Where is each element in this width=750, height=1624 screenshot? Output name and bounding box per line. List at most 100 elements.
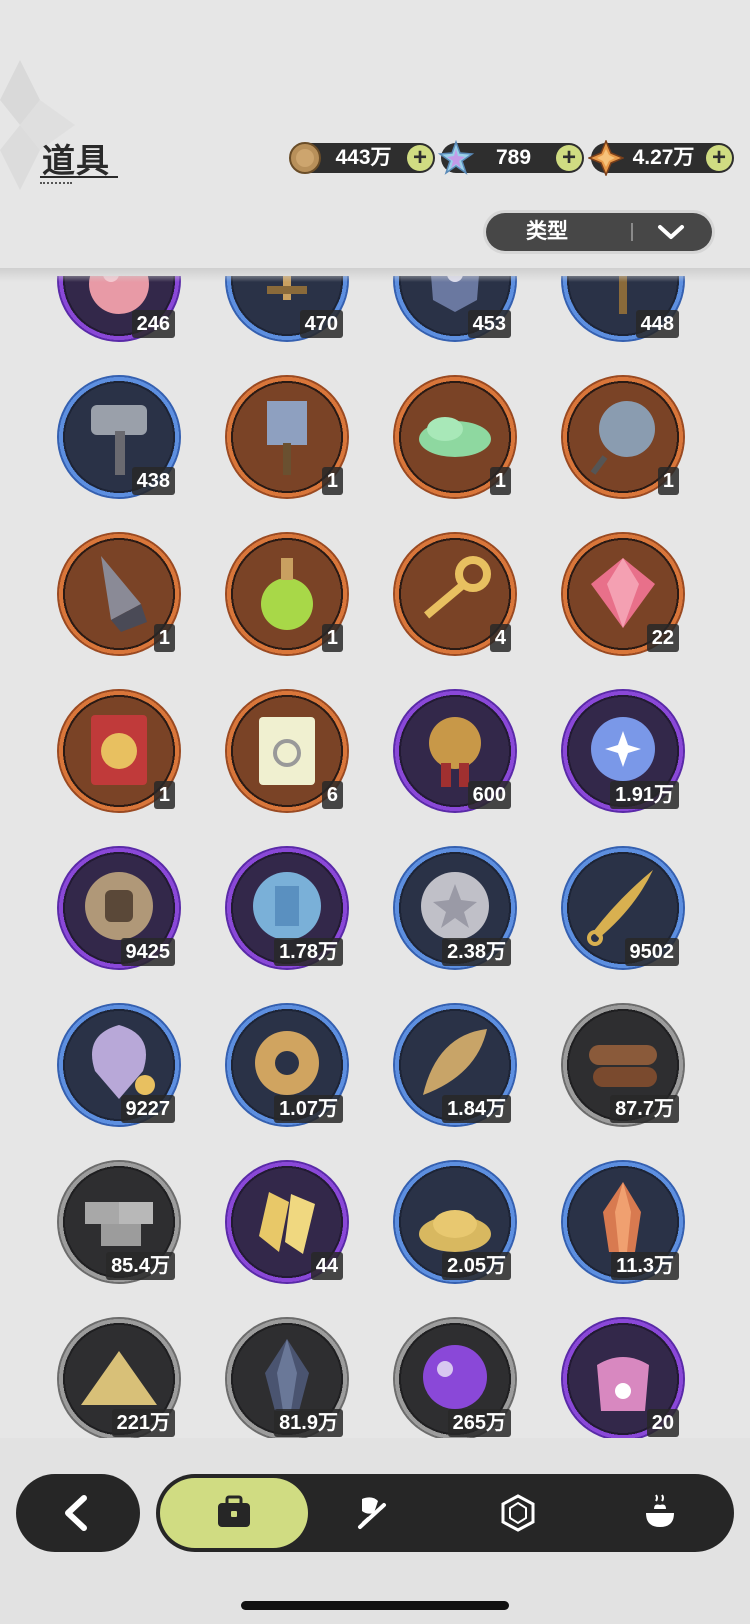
item-count: 265万 (447, 1409, 511, 1437)
add-star-gem-button[interactable]: + (706, 145, 732, 171)
item-count: 9502 (624, 938, 679, 966)
dark-crystal-item[interactable]: 81.9万 (225, 1317, 349, 1438)
tab-equipment[interactable] (298, 1478, 446, 1548)
currency-gold: 443万 + (289, 142, 435, 174)
silver-star-coin-item[interactable]: 2.38万 (393, 846, 517, 970)
golden-blade-item[interactable]: 9502 (561, 846, 685, 970)
item-count: 9227 (120, 1095, 175, 1123)
item-count: 85.4万 (106, 1252, 175, 1280)
type-filter-divider (631, 223, 633, 241)
item-count: 9425 (120, 938, 175, 966)
green-potion-item[interactable]: 1 (225, 532, 349, 656)
item-count: 1 (321, 467, 343, 495)
item-count: 87.7万 (610, 1095, 679, 1123)
stone-bricks-item[interactable]: 85.4万 (57, 1160, 181, 1284)
rainbow-ticket-icon (259, 717, 315, 785)
star-moon-orb-item[interactable]: 1.91万 (561, 689, 685, 813)
war-hammer-item[interactable]: 438 (57, 375, 181, 499)
spiked-flail-item[interactable]: 1 (561, 375, 685, 499)
drill-icon (101, 556, 147, 632)
header-shadow (0, 268, 750, 282)
item-count: 448 (635, 310, 679, 338)
title-dots (40, 182, 72, 184)
add-crystal-button[interactable]: + (556, 145, 582, 171)
blue-shield-coin-item[interactable]: 1.78万 (225, 846, 349, 970)
item-count: 600 (467, 781, 511, 809)
item-count: 20 (646, 1409, 679, 1437)
armor-piece-item[interactable]: 453 (393, 276, 517, 342)
wheel-ticket-item[interactable]: 1 (57, 689, 181, 813)
golden-leaf-item[interactable]: 1.84万 (393, 1003, 517, 1127)
drill-item[interactable]: 1 (57, 532, 181, 656)
golden-key-icon (424, 556, 491, 619)
type-filter-dropdown[interactable]: 类型 (486, 213, 712, 251)
item-count: 1 (321, 624, 343, 652)
currency-star-gem: 4.27万 + (588, 140, 734, 176)
item-count: 1 (489, 467, 511, 495)
pink-orb-item[interactable]: 246 (57, 276, 181, 342)
briefcase-icon (218, 1495, 250, 1527)
currency-gold-value: 443万 (335, 146, 392, 169)
tab-gems[interactable] (444, 1478, 592, 1548)
chevron-left-icon (65, 1495, 87, 1531)
item-count: 4 (489, 624, 511, 652)
pink-gem-item[interactable]: 22 (561, 532, 685, 656)
item-count: 1.84万 (442, 1095, 511, 1123)
category-tabbar (156, 1474, 734, 1552)
item-count: 1 (153, 624, 175, 652)
gold-medal-item[interactable]: 600 (393, 689, 517, 813)
item-count: 470 (299, 310, 343, 338)
item-count: 44 (310, 1252, 343, 1280)
item-count: 6 (321, 781, 343, 809)
title-underline (40, 176, 118, 178)
home-indicator (241, 1601, 509, 1610)
item-count: 246 (131, 310, 175, 338)
item-count: 2.38万 (442, 938, 511, 966)
item-grid[interactable]: 246 470 453 448 438 1 1 1 1 1 4 22 1 6 600 1.91万 9425 1.7… (0, 276, 750, 1438)
add-gold-button[interactable]: + (407, 145, 433, 171)
gold-coin-icon (289, 142, 321, 174)
wood-logs-item[interactable]: 87.7万 (561, 1003, 685, 1127)
page-title: 道具 (42, 142, 110, 179)
rainbow-ticket-item[interactable]: 6 (225, 689, 349, 813)
spiked-mallet-item[interactable]: 1 (225, 375, 349, 499)
item-count: 1.91万 (610, 781, 679, 809)
wheel-ticket-icon (91, 715, 147, 785)
green-cloud-icon (419, 417, 491, 457)
sword-hilt-item[interactable]: 470 (225, 276, 349, 342)
currency-crystal: 789 + (438, 140, 584, 175)
currency-star-gem-value: 4.27万 (632, 146, 695, 169)
red-crystal-item[interactable]: 11.3万 (561, 1160, 685, 1284)
spiked-flail-icon (590, 401, 655, 475)
tab-items[interactable] (160, 1478, 308, 1548)
chevron-down-icon (658, 225, 684, 239)
orange-star-gem-icon (588, 140, 624, 176)
sand-pile-item[interactable]: 221万 (57, 1317, 181, 1438)
item-count: 22 (646, 624, 679, 652)
golden-key-item[interactable]: 4 (393, 532, 517, 656)
item-count: 453 (467, 310, 511, 338)
gold-shards-item[interactable]: 44 (225, 1160, 349, 1284)
spiked-mallet-icon (267, 401, 307, 475)
gold-dust-pile-item[interactable]: 2.05万 (393, 1160, 517, 1284)
fist-coin-item[interactable]: 9425 (57, 846, 181, 970)
green-cloud-item[interactable]: 1 (393, 375, 517, 499)
item-count: 81.9万 (274, 1409, 343, 1437)
currency-crystal-value: 789 (495, 146, 532, 169)
item-count: 11.3万 (611, 1252, 679, 1280)
tab-food[interactable] (586, 1478, 734, 1548)
item-count: 1.78万 (274, 938, 343, 966)
green-potion-icon (261, 558, 313, 630)
item-count: 1.07万 (274, 1095, 343, 1123)
hat-sword-icon (358, 1497, 386, 1529)
gear-item[interactable]: 1.07万 (225, 1003, 349, 1127)
scale-pendant-item[interactable]: 9227 (57, 1003, 181, 1127)
item-count: 221万 (111, 1409, 175, 1437)
back-button[interactable] (16, 1474, 140, 1552)
purple-sphere-item[interactable]: 265万 (393, 1317, 517, 1438)
pickaxe-item[interactable]: 448 (561, 276, 685, 342)
paw-pouch-item[interactable]: 20 (561, 1317, 685, 1438)
crystal-star-icon (438, 140, 474, 175)
item-count: 1 (657, 467, 679, 495)
item-count: 1 (153, 781, 175, 809)
